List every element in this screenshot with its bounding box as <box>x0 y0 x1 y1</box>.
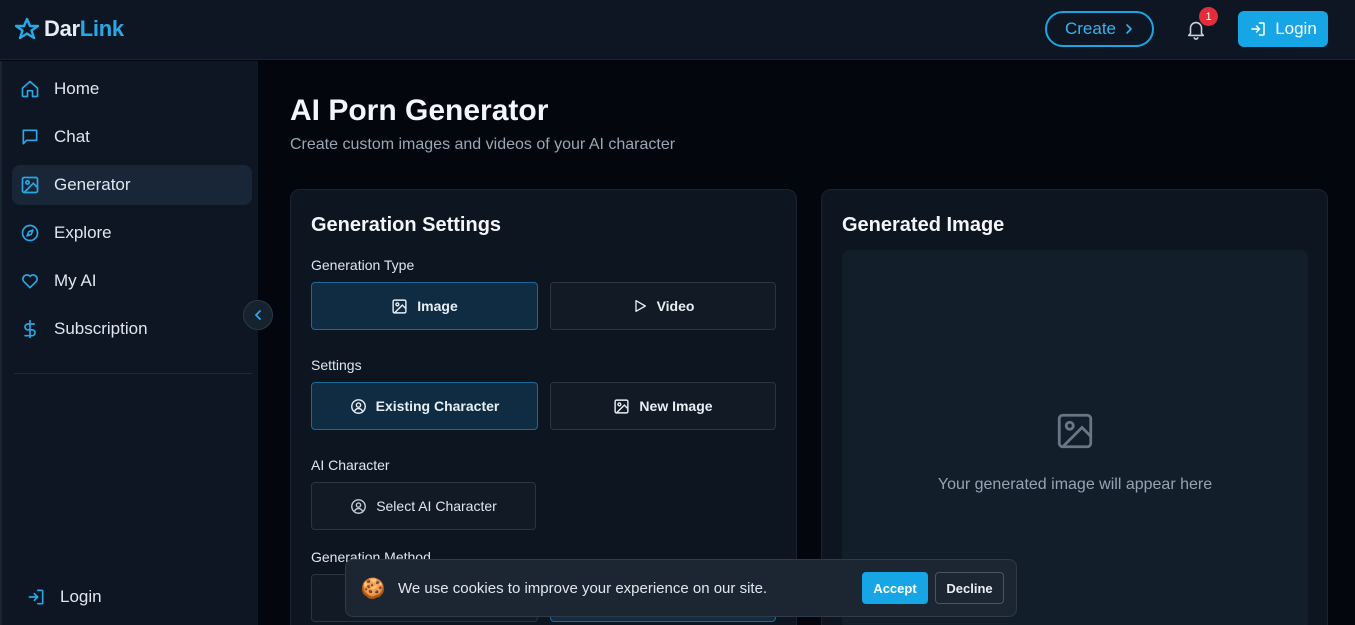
select-ai-character-button[interactable]: Select AI Character <box>311 482 536 530</box>
dollar-icon <box>24 319 36 339</box>
create-button[interactable]: Create <box>1045 11 1154 47</box>
image-icon <box>614 398 630 414</box>
preview-placeholder-text: Your generated image will appear here <box>937 476 1213 493</box>
decline-cookies-button[interactable]: Decline <box>935 572 1004 604</box>
chevron-right-icon <box>1126 24 1133 34</box>
accept-cookies-button[interactable]: Accept <box>862 572 928 604</box>
logo-text-part1: Dar <box>44 16 80 41</box>
image-placeholder-icon <box>1057 413 1093 449</box>
existing-character-button[interactable]: Existing Character <box>311 382 538 430</box>
cookie-text: We use cookies to improve your experienc… <box>398 580 768 597</box>
type-video-label: Video <box>656 298 695 314</box>
panel-title: Generation Settings <box>311 214 502 236</box>
sidebar-item-my-ai[interactable]: My AI <box>12 261 252 301</box>
logo-text: DarLink <box>44 16 124 42</box>
sidebar-divider <box>14 373 252 374</box>
sidebar-item-label: Home <box>54 79 100 98</box>
user-circle-icon <box>350 398 366 414</box>
panel-title: Generated Image <box>842 214 1005 236</box>
login-button[interactable]: Login <box>1238 11 1328 47</box>
chevron-left-icon <box>254 310 261 320</box>
sidebar-item-label: Explore <box>54 223 112 242</box>
ai-character-label: AI Character <box>311 457 390 473</box>
image-icon <box>21 176 39 194</box>
sidebar-login-label: Login <box>60 587 102 606</box>
page-title: AI Porn Generator <box>290 94 549 127</box>
login-label: Login <box>1275 19 1317 38</box>
login-icon <box>1251 22 1265 36</box>
notification-badge: 1 <box>1199 7 1218 26</box>
login-icon <box>28 589 44 605</box>
new-image-button[interactable]: New Image <box>550 382 776 430</box>
sidebar-item-explore[interactable]: Explore <box>12 213 252 253</box>
cookie-banner: 🍪 We use cookies to improve your experie… <box>345 559 1017 617</box>
generation-type-label: Generation Type <box>311 257 415 273</box>
select-ai-character-label: Select AI Character <box>376 498 497 514</box>
sidebar-login-button[interactable]: Login <box>26 587 102 607</box>
existing-character-label: Existing Character <box>375 398 500 414</box>
play-icon <box>634 300 646 312</box>
sidebar-item-home[interactable]: Home <box>12 69 252 109</box>
new-image-label: New Image <box>639 398 713 414</box>
collapse-sidebar-button[interactable] <box>243 300 273 330</box>
compass-icon <box>21 224 39 242</box>
page-subtitle: Create custom images and videos of your … <box>290 136 676 153</box>
sidebar-item-label: My AI <box>54 271 97 290</box>
settings-label: Settings <box>311 357 362 373</box>
top-bar: DarLink Create 1 Login <box>0 0 1355 60</box>
logo-text-part2: Link <box>79 16 124 41</box>
create-label: Create <box>1064 19 1117 38</box>
type-image-button[interactable]: Image <box>311 282 538 330</box>
logo[interactable]: DarLink <box>14 16 124 42</box>
cookie-icon: 🍪 <box>360 577 386 600</box>
type-image-label: Image <box>417 298 458 314</box>
image-icon <box>392 298 407 314</box>
sidebar-item-label: Chat <box>54 127 90 146</box>
heart-icon <box>22 274 38 289</box>
user-circle-icon <box>351 498 367 514</box>
home-icon <box>21 80 39 98</box>
sidebar-item-label: Generator <box>54 175 131 194</box>
sidebar-item-subscription[interactable]: Subscription <box>12 309 252 349</box>
star-logo-icon <box>14 17 40 40</box>
type-video-button[interactable]: Video <box>550 282 776 330</box>
chat-icon <box>22 129 38 145</box>
sidebar-item-chat[interactable]: Chat <box>12 117 252 157</box>
sidebar: Home Chat Generator Explore My AI Subscr… <box>0 61 258 625</box>
sidebar-item-generator[interactable]: Generator <box>12 165 252 205</box>
sidebar-item-label: Subscription <box>54 319 148 338</box>
